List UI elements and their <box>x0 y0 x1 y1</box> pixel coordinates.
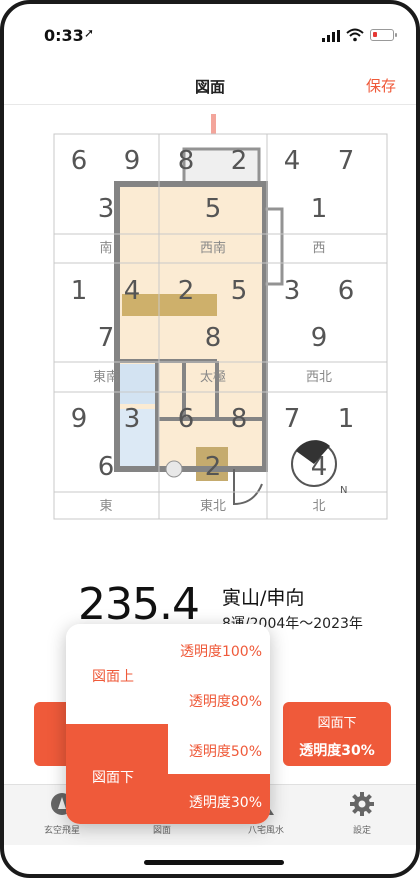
grid-direction-northeast: 東北 <box>200 498 226 514</box>
menu-header-top: 図面上 <box>92 669 134 685</box>
grid-cell-6-right: 6 <box>338 276 355 306</box>
grid-cell-7-right: 3 <box>124 404 141 434</box>
phone-frame: 0:33 ➚ 図面 保存 6 9 3 8 2 5 4 7 1 1 4 7 2 5… <box>0 0 420 878</box>
home-indicator <box>144 860 284 865</box>
opacity-option-80[interactable]: 透明度80% <box>189 691 262 711</box>
grid-cell-8-right: 8 <box>231 404 248 434</box>
grid-cell-6-left: 3 <box>284 276 301 306</box>
tab-label: 図面 <box>152 826 171 836</box>
grid-cell-1-center: 3 <box>98 194 115 224</box>
floorplan-bottom-button[interactable]: 図面下 透明度30% <box>283 702 391 766</box>
tab-label: 玄空飛星 <box>43 826 80 836</box>
cellular-signal-icon <box>322 30 340 42</box>
grid-cell-1-right: 9 <box>124 146 141 176</box>
mountain-direction: 寅山/申向 <box>222 587 305 609</box>
north-indicator <box>211 114 216 134</box>
grid-direction-north: 北 <box>312 499 325 514</box>
menu-header-bottom: 図面下 <box>92 770 134 786</box>
page-title: 図面 <box>194 78 225 96</box>
grid-cell-9-left: 7 <box>284 404 301 434</box>
grid-direction-south: 南 <box>99 240 112 256</box>
grid-cell-7-center: 6 <box>98 452 115 482</box>
location-icon: ➚ <box>84 26 95 40</box>
grid-cell-6-center: 9 <box>311 323 328 353</box>
grid-cell-8-center: 2 <box>205 452 222 482</box>
floorplan-canvas[interactable]: 6 9 3 8 2 5 4 7 1 1 4 7 2 5 8 3 6 9 9 3 … <box>24 109 404 529</box>
grid-cell-3-right: 7 <box>338 146 355 176</box>
grid-cell-5-center: 8 <box>205 323 222 353</box>
opacity-option-50[interactable]: 透明度50% <box>189 741 262 761</box>
wifi-icon <box>346 28 364 42</box>
grid-cell-4-center: 7 <box>98 323 115 353</box>
opacity-option-100[interactable]: 透明度100% <box>180 641 262 661</box>
status-bar: 0:33 ➚ <box>4 4 416 64</box>
floorplan-bottom-label: 図面下 <box>317 716 357 731</box>
status-time: 0:33 <box>44 26 84 45</box>
battery-icon <box>370 29 397 41</box>
opacity-option-30[interactable]: 透明度30% <box>189 792 262 812</box>
grid-cell-3-left: 4 <box>284 146 301 176</box>
grid-direction-west: 西 <box>312 241 325 256</box>
grid-direction-northwest: 西北 <box>306 370 332 385</box>
grid-cell-3-center: 1 <box>311 194 328 224</box>
grid-cell-4-right: 4 <box>124 276 141 306</box>
nav-bar: 図面 保存 <box>4 64 416 105</box>
opacity-menu: 図面上 図面下 透明度100% 透明度80% 透明度50% 透明度30% <box>66 624 270 824</box>
compass-letter: N <box>340 485 347 496</box>
grid-cell-8-left: 6 <box>178 404 195 434</box>
grid-cell-7-left: 9 <box>71 404 88 434</box>
gear-icon <box>350 792 374 816</box>
grid-cell-5-left: 2 <box>178 276 195 306</box>
tab-label: 設定 <box>352 826 371 836</box>
floorplan-image <box>114 147 284 506</box>
save-button[interactable]: 保存 <box>366 75 396 96</box>
grid-cell-2-right: 2 <box>231 146 248 176</box>
grid-cell-5-right: 5 <box>231 276 248 306</box>
grid-cell-9-right: 1 <box>338 404 355 434</box>
tab-settings[interactable]: 設定 <box>322 791 402 836</box>
grid-cell-1-left: 6 <box>71 146 88 176</box>
degree-value: 235.4 <box>78 579 200 630</box>
grid-direction-southwest: 西南 <box>200 240 226 256</box>
grid-direction-southeast: 東南 <box>93 369 119 385</box>
grid-cell-2-center: 5 <box>205 194 222 224</box>
floorplan-bottom-opacity: 透明度30% <box>299 743 375 759</box>
grid-direction-east: 東 <box>99 498 112 514</box>
grid-direction-center: 太極 <box>200 369 226 385</box>
grid-cell-4-left: 1 <box>71 276 88 306</box>
tab-label: 八宅風水 <box>247 826 284 836</box>
grid-cell-2-left: 8 <box>178 146 195 176</box>
floorplan-top-button[interactable] <box>34 702 70 766</box>
